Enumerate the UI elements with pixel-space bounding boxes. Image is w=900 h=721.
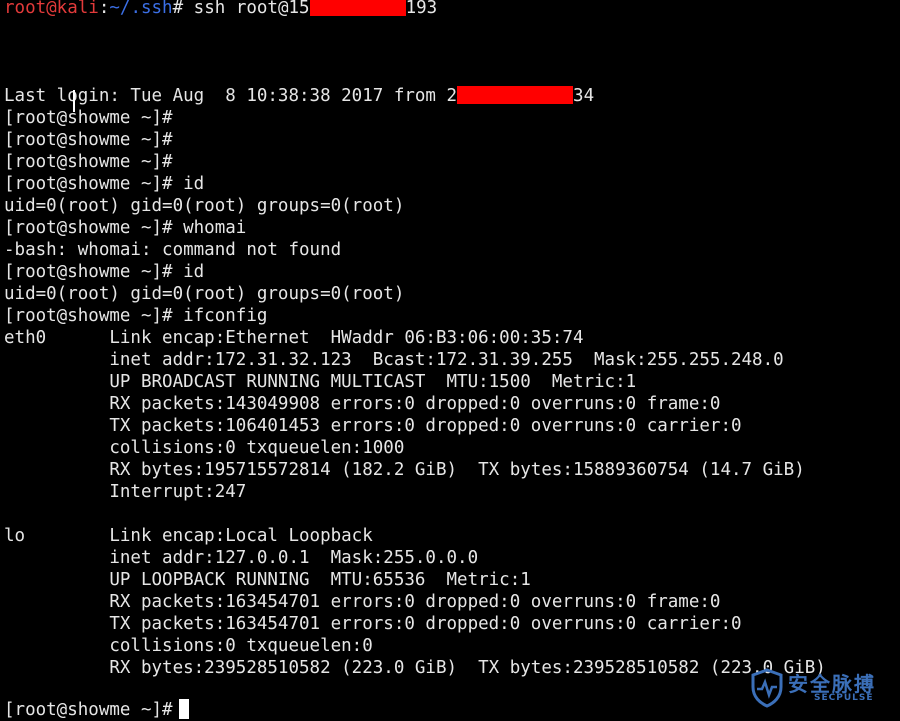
active-prompt-line[interactable]: [root@showme ~]# [4,699,189,721]
ssh-command-prefix: ssh root@15 [183,0,310,18]
redacted-ip-box [309,0,406,16]
mouse-ibeam-cursor-icon [73,90,75,112]
terminal-line: [root@showme ~]# ifconfig [4,306,268,326]
local-prompt-user-host: root@kali [4,0,99,18]
ifconfig-line: TX packets:163454701 errors:0 dropped:0 … [4,614,742,634]
terminal-line: [root@showme ~]# [4,108,173,128]
ifconfig-line: RX packets:163454701 errors:0 dropped:0 … [4,592,721,612]
watermark-subtitle: SECPULSE [814,693,874,703]
text-cursor [178,699,189,719]
ifconfig-line: lo Link encap:Local Loopback [4,526,373,546]
ifconfig-line: RX bytes:195715572814 (182.2 GiB) TX byt… [4,460,805,480]
ifconfig-line: collisions:0 txqueuelen:1000 [4,438,405,458]
ifconfig-line: eth0 Link encap:Ethernet HWaddr 06:B3:06… [4,328,584,348]
ifconfig-line: UP LOOPBACK RUNNING MTU:65536 Metric:1 [4,570,531,590]
terminal-line: uid=0(root) gid=0(root) groups=0(root) [4,196,405,216]
last-login-suffix: 34 [573,86,595,106]
terminal-line: uid=0(root) gid=0(root) groups=0(root) [4,284,405,304]
local-prompt-symbol: # [172,0,184,18]
ifconfig-line: TX packets:106401453 errors:0 dropped:0 … [4,416,742,436]
local-prompt-path: ~/.ssh [109,0,173,18]
ifconfig-line: inet addr:127.0.0.1 Mask:255.0.0.0 [4,548,479,568]
ifconfig-line: collisions:0 txqueuelen:0 [4,636,373,656]
shield-pulse-icon [751,668,783,708]
terminal-line: [root@showme ~]# id [4,174,205,194]
ifconfig-line: inet addr:172.31.32.123 Bcast:172.31.39.… [4,350,784,370]
ifconfig-line: UP BROADCAST RUNNING MULTICAST MTU:1500 … [4,372,637,392]
ifconfig-line: Interrupt:247 [4,482,247,502]
terminal-line: -bash: whomai: command not found [4,240,342,260]
ifconfig-line: RX packets:143049908 errors:0 dropped:0 … [4,394,721,414]
terminal-window[interactable]: root@kali:~/.ssh# ssh root@15 193 Last lo… [0,0,900,721]
last-login-line: Last login: Tue Aug 8 10:38:38 2017 from… [4,85,594,107]
secpulse-watermark: 安全脉搏 SECPULSE [750,668,890,708]
active-prompt: [root@showme ~]# [4,700,173,720]
redacted-ip-box [457,86,574,104]
terminal-line: [root@showme ~]# [4,130,173,150]
ssh-command-suffix: 193 [405,0,438,18]
ifconfig-line: RX bytes:239528510582 (223.0 GiB) TX byt… [4,658,826,678]
terminal-line: [root@showme ~]# id [4,262,205,282]
local-ssh-command-line: root@kali:~/.ssh# ssh root@15 193 [4,0,437,19]
terminal-line: [root@showme ~]# [4,152,173,172]
terminal-line: [root@showme ~]# whomai [4,218,247,238]
last-login-prefix: Last login: Tue Aug 8 10:38:38 2017 from… [4,86,458,106]
local-prompt-separator: : [98,0,110,18]
